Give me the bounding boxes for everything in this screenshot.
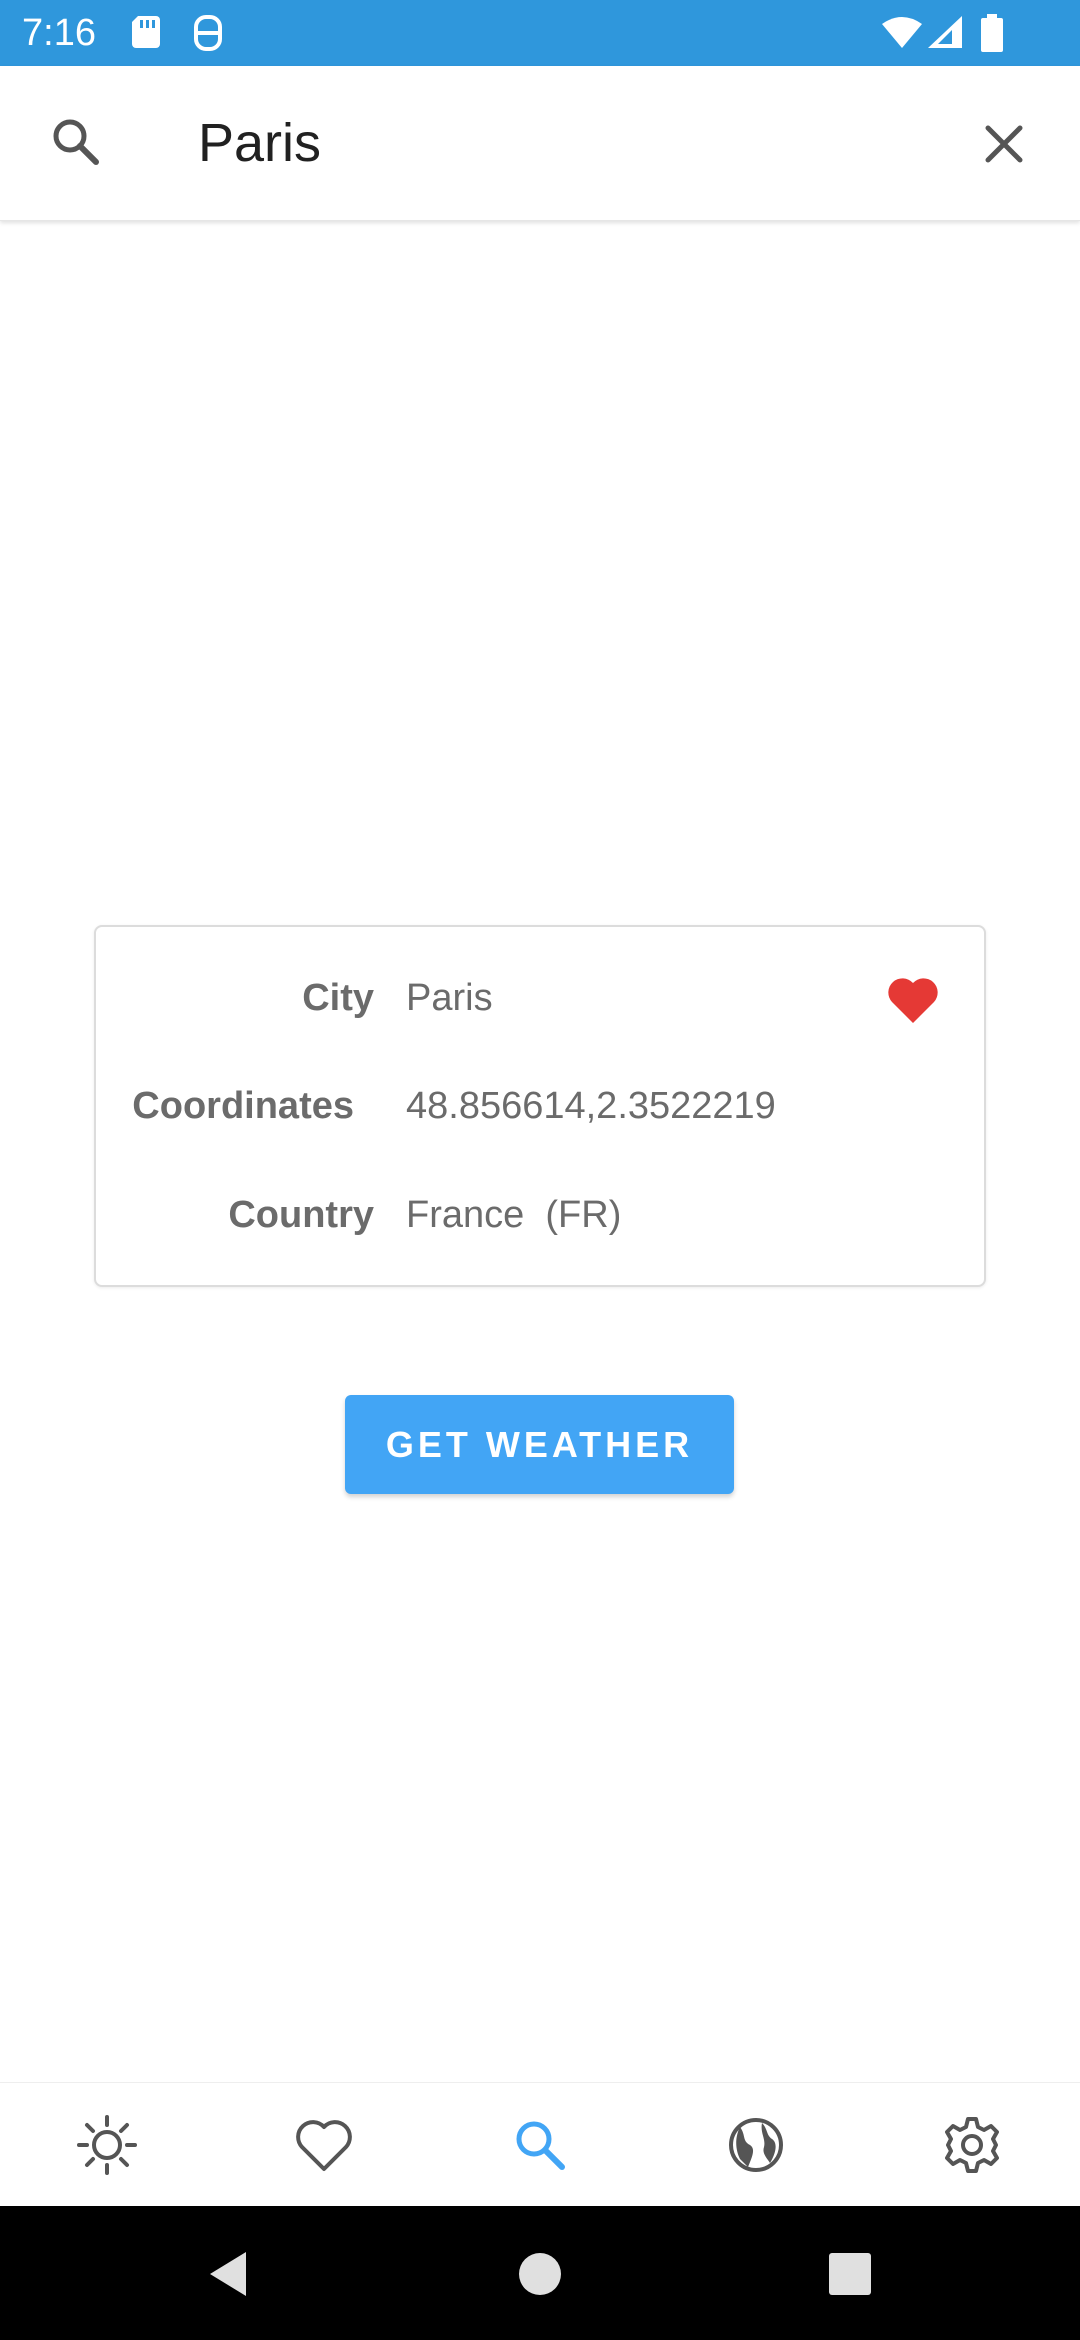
coordinates-value: 48.856614,2.3522219 [406, 1085, 776, 1127]
coordinates-label: Coordinates [132, 1085, 354, 1127]
gear-icon[interactable] [940, 2113, 1004, 2177]
country-label: Country [228, 1194, 374, 1236]
bottom-navigation [0, 2082, 1080, 2206]
status-time: 7:16 [22, 12, 96, 54]
back-icon[interactable] [200, 2246, 256, 2302]
city-value: Paris [406, 977, 493, 1019]
vpn-icon [192, 14, 224, 57]
sd-card-icon [130, 14, 162, 55]
country-value: France (FR) [406, 1194, 622, 1236]
globe-icon[interactable] [724, 2113, 788, 2177]
close-icon[interactable] [972, 112, 1036, 176]
signal-icon [928, 16, 962, 53]
search-icon[interactable] [508, 2113, 572, 2177]
search-input[interactable]: Paris [198, 112, 321, 174]
get-weather-button[interactable]: GET WEATHER [345, 1395, 734, 1494]
battery-icon [980, 14, 1004, 57]
status-bar: 7:16 [0, 0, 1080, 66]
recents-icon[interactable] [822, 2246, 878, 2302]
search-icon[interactable] [44, 110, 108, 174]
heart-outline-icon[interactable] [292, 2113, 356, 2177]
location-card: City Paris Coordinates 48.856614,2.35222… [94, 925, 986, 1287]
system-navigation [0, 2206, 1080, 2340]
search-bar: Paris [0, 66, 1080, 221]
city-label: City [302, 977, 374, 1019]
heart-icon[interactable] [886, 975, 940, 1025]
wifi-icon [882, 16, 922, 53]
sun-icon[interactable] [75, 2113, 139, 2177]
home-icon[interactable] [512, 2246, 568, 2302]
